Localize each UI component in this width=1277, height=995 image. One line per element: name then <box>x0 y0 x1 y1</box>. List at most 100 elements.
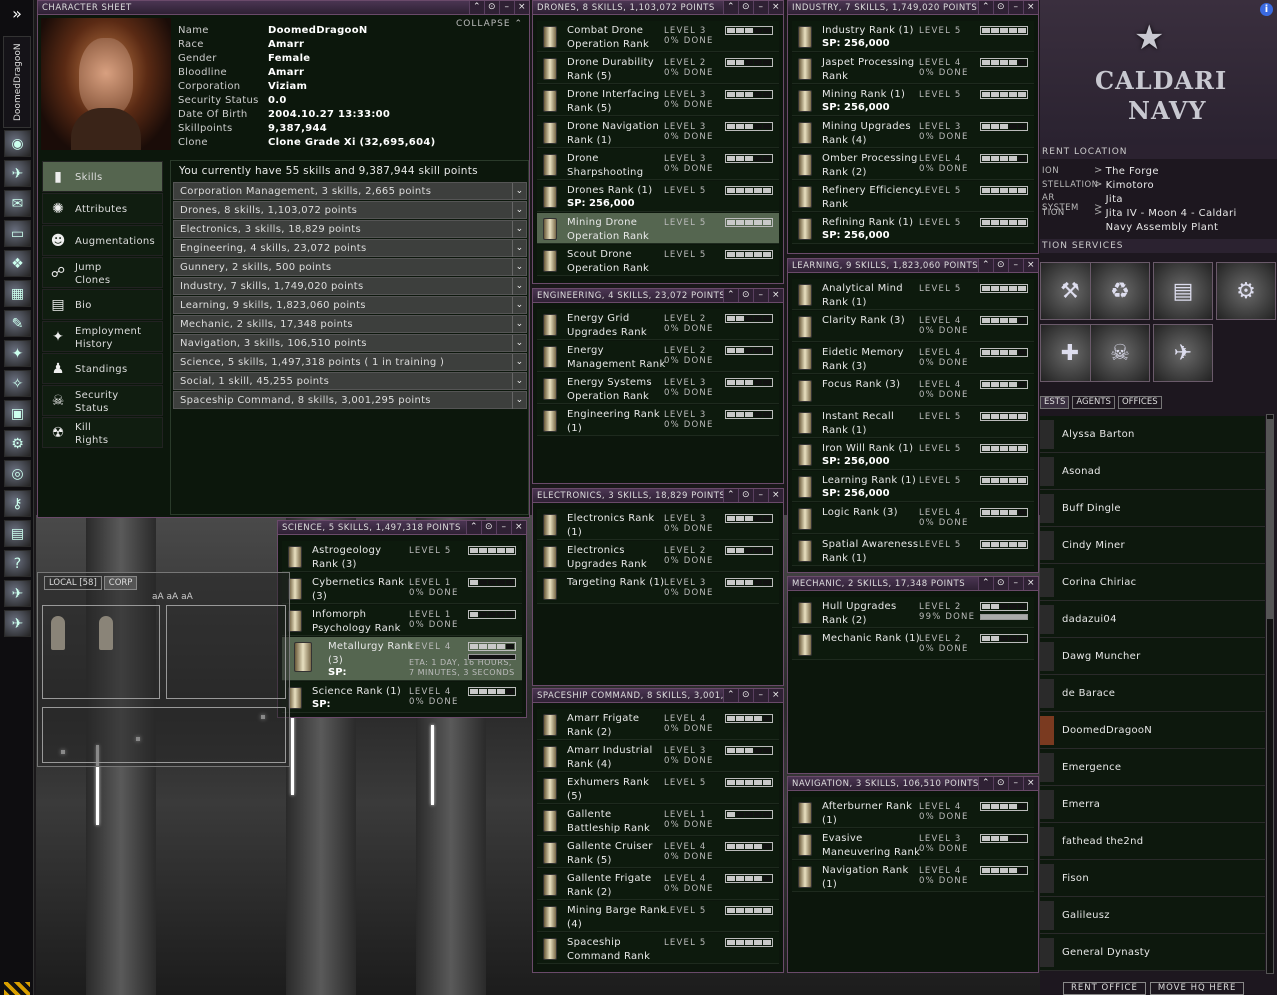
skill-row[interactable]: Hull Upgrades Rank (2) LEVEL 2 99% DONE <box>792 597 1034 628</box>
pilot-list-item[interactable]: Galileusz <box>1040 897 1265 934</box>
neocom-assets-icon[interactable]: ▣ <box>4 400 31 427</box>
minimize-icon[interactable]: – <box>1008 259 1023 272</box>
skill-group[interactable]: Learning, 9 skills, 1,823,060 points ⌄ <box>173 296 527 314</box>
expand-icon[interactable]: ⌄ <box>512 335 526 352</box>
neocom-science-icon[interactable]: ⚙ <box>4 430 31 457</box>
skill-group[interactable]: Gunnery, 2 skills, 500 points ⌄ <box>173 258 527 276</box>
minimize-up-icon[interactable]: ⌃ <box>469 1 484 14</box>
skill-group[interactable]: Electronics, 3 skills, 18,829 points ⌄ <box>173 220 527 238</box>
skill-row[interactable]: Industry Rank (1) LEVEL 5 SP: 256,000 <box>792 21 1034 52</box>
service-market-icon[interactable]: ▤ <box>1153 262 1213 320</box>
minimize-icon[interactable]: – <box>1008 777 1023 790</box>
minimize-up-icon[interactable]: ⌃ <box>723 689 738 702</box>
pilot-list-item[interactable]: Buff Dingle <box>1040 490 1265 527</box>
neocom-notepad-icon[interactable]: ▭ <box>4 220 31 247</box>
nav-employment-history[interactable]: ✦ Employment History <box>42 321 163 352</box>
pin-icon[interactable]: ⊙ <box>738 289 753 302</box>
window-titlebar[interactable]: LEARNING, 9 SKILLS, 1,823,060 POINTS ⌃ ⊙ – × <box>788 259 1038 273</box>
skill-row[interactable]: Amarr Frigate Rank (2) LEVEL 4 0% DONE <box>537 709 779 740</box>
neocom-journal-icon[interactable]: ✎ <box>4 310 31 337</box>
pilot-list-item[interactable]: General Dynasty <box>1040 934 1265 971</box>
skill-row[interactable]: Amarr Industrial Rank (4) LEVEL 3 0% DONE <box>537 741 779 772</box>
skill-group[interactable]: Mechanic, 2 skills, 17,348 points ⌄ <box>173 315 527 333</box>
skill-row[interactable]: Science Rank (1) LEVEL 4 0% DONE SP: <box>282 682 522 713</box>
minimize-up-icon[interactable]: ⌃ <box>978 777 993 790</box>
skill-row[interactable]: Electronics Rank (1) LEVEL 3 0% DONE <box>537 509 779 540</box>
expand-icon[interactable]: ⌄ <box>512 392 526 409</box>
window-titlebar[interactable]: NAVIGATION, 3 SKILLS, 106,510 POINTS ⌃ ⊙ – × <box>788 777 1038 791</box>
rent-office-button[interactable]: RENT OFFICE <box>1063 982 1146 995</box>
service-ship-icon[interactable]: ✈ <box>1153 324 1213 382</box>
window-titlebar[interactable]: DRONES, 8 SKILLS, 1,103,072 POINTS ⌃ ⊙ – × <box>533 1 783 15</box>
minimize-up-icon[interactable]: ⌃ <box>978 1 993 14</box>
skill-row[interactable]: Evasive Maneuvering Rank LEVEL 3 0% DONE <box>792 829 1034 860</box>
expand-icon[interactable]: ⌄ <box>512 278 526 295</box>
window-titlebar[interactable]: ENGINEERING, 4 SKILLS, 23,072 POINTS ⌃ ⊙ – × <box>533 289 783 303</box>
skill-group[interactable]: Navigation, 3 skills, 106,510 points ⌄ <box>173 334 527 352</box>
close-icon[interactable]: × <box>768 1 783 14</box>
skill-group[interactable]: Industry, 7 skills, 1,749,020 points ⌄ <box>173 277 527 295</box>
tab-agents[interactable]: AGENTS <box>1072 396 1115 409</box>
close-icon[interactable]: × <box>1023 577 1038 590</box>
neocom-people-icon[interactable]: ❖ <box>4 250 31 277</box>
skill-row[interactable]: Omber Processing Rank (2) LEVEL 4 0% DONE <box>792 149 1034 180</box>
pin-icon[interactable]: ⊙ <box>993 1 1008 14</box>
pilot-name-vertical[interactable]: DoomedDragooN <box>3 36 31 128</box>
skill-row[interactable]: Afterburner Rank (1) LEVEL 4 0% DONE <box>792 797 1034 828</box>
window-titlebar[interactable]: SPACESHIP COMMAND, 8 SKILLS, 3,001,295 P… <box>533 689 783 703</box>
pilot-list-item[interactable]: Asonad <box>1040 453 1265 490</box>
skill-row[interactable]: Refinery Efficiency Rank LEVEL 5 <box>792 181 1034 212</box>
skill-group[interactable]: Science, 5 skills, 1,497,318 points ( 1 … <box>173 353 527 371</box>
minimize-icon[interactable]: – <box>753 489 768 502</box>
expand-icon[interactable]: ⌄ <box>512 297 526 314</box>
skill-row[interactable]: Mining Upgrades Rank (4) LEVEL 3 0% DONE <box>792 117 1034 148</box>
minimize-icon[interactable]: – <box>1008 577 1023 590</box>
skill-row[interactable]: Navigation Rank (1) LEVEL 4 0% DONE <box>792 861 1034 892</box>
neocom-drone-icon[interactable]: ✈ <box>4 580 31 607</box>
skill-row[interactable]: Jaspet Processing Rank LEVEL 4 0% DONE <box>792 53 1034 84</box>
pin-icon[interactable]: ⊙ <box>993 777 1008 790</box>
window-titlebar[interactable]: MECHANIC, 2 SKILLS, 17,348 POINTS ⌃ ⊙ – × <box>788 577 1038 591</box>
close-icon[interactable]: × <box>768 489 783 502</box>
skill-row[interactable]: Drone Navigation Rank (1) LEVEL 3 0% DONE <box>537 117 779 148</box>
close-icon[interactable]: × <box>768 289 783 302</box>
skill-row[interactable]: Cybernetics Rank (3) LEVEL 1 0% DONE <box>282 573 522 604</box>
pilot-list-item[interactable]: Fison <box>1040 860 1265 897</box>
nav-kill-rights[interactable]: ☢ Kill Rights <box>42 417 163 448</box>
minimize-icon[interactable]: – <box>753 689 768 702</box>
neocom-settings-icon[interactable]: ⚷ <box>4 490 31 517</box>
minimize-icon[interactable]: – <box>753 289 768 302</box>
service-fitting-icon[interactable]: ⚙ <box>1216 262 1276 320</box>
tab-local[interactable]: LOCAL [58] <box>44 576 102 590</box>
skill-row[interactable]: Metallurgy Rank (3) LEVEL 4 ETA: 1 DAY, 16… <box>282 637 522 681</box>
skill-row[interactable]: Spaceship Command Rank LEVEL 5 <box>537 933 779 964</box>
skill-row[interactable]: Analytical Mind Rank (1) LEVEL 5 <box>792 279 1034 310</box>
neocom-info-icon[interactable]: ? <box>4 550 31 577</box>
skill-row[interactable]: Astrogeology Rank (3) LEVEL 5 <box>282 541 522 572</box>
pilot-list-item[interactable]: Dawg Muncher <box>1040 638 1265 675</box>
window-titlebar[interactable]: SCIENCE, 5 SKILLS, 1,497,318 POINTS ⌃ ⊙ – × <box>278 521 526 535</box>
pin-icon[interactable]: ⊙ <box>738 1 753 14</box>
font-size-controls[interactable]: aA aA aA <box>152 592 193 602</box>
expand-icon[interactable]: ⌄ <box>512 354 526 371</box>
minimize-up-icon[interactable]: ⌃ <box>723 489 738 502</box>
pin-icon[interactable]: ⊙ <box>993 259 1008 272</box>
nav-jump-clones[interactable]: ☍ Jump Clones <box>42 257 163 288</box>
expand-icon[interactable]: ⌄ <box>512 240 526 257</box>
skill-row[interactable]: Gallente Frigate Rank (2) LEVEL 4 0% DONE <box>537 869 779 900</box>
skill-row[interactable]: Gallente Battleship Rank (8)LEVEL 10% DO… <box>537 805 779 848</box>
pilot-list-item[interactable]: DoomedDragooN <box>1040 712 1265 749</box>
skill-row[interactable]: Mining Barge Rank (4) LEVEL 5 <box>537 901 779 932</box>
skill-group[interactable]: Social, 1 skill, 45,255 points ⌄ <box>173 372 527 390</box>
skill-row[interactable]: Drone Durability Rank (5) LEVEL 2 0% DONE <box>537 53 779 84</box>
pin-icon[interactable]: ⊙ <box>738 689 753 702</box>
nav-attributes[interactable]: ✺ Attributes <box>42 193 163 224</box>
skill-row[interactable]: Drones Rank (1) LEVEL 5 SP: 256,000 <box>537 181 779 212</box>
nav-skills[interactable]: ▮ Skills <box>42 161 163 192</box>
skill-row[interactable]: Instant Recall Rank (1) LEVEL 5 <box>792 407 1034 438</box>
skill-row[interactable]: Spatial Awareness Rank (1) LEVEL 5 <box>792 535 1034 566</box>
skill-group[interactable]: Engineering, 4 skills, 23,072 points ⌄ <box>173 239 527 257</box>
minimize-up-icon[interactable]: ⌃ <box>723 289 738 302</box>
expand-neocom-icon[interactable]: » <box>0 0 34 28</box>
neocom-mail-icon[interactable]: ✉ <box>4 190 31 217</box>
